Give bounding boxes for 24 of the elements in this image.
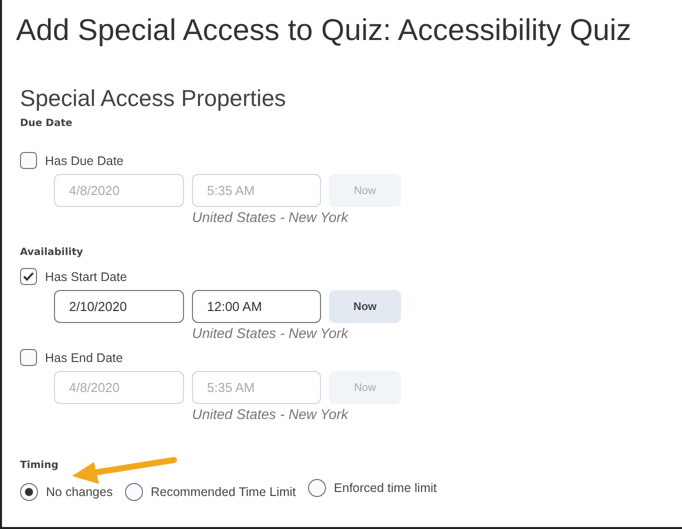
radio-button[interactable] xyxy=(124,483,143,501)
group-heading: Availability xyxy=(20,247,84,258)
radio-option[interactable]: Recommended Time Limit xyxy=(124,483,296,501)
checkbox-label: Has Due Date xyxy=(45,154,124,168)
checkbox-label: Has Start Date xyxy=(45,270,127,284)
section-title: Special Access Properties xyxy=(20,85,287,112)
radio-option[interactable]: Enforced time limit xyxy=(308,479,437,497)
radio-button[interactable] xyxy=(308,479,326,497)
checkmark-icon xyxy=(23,272,34,281)
checkbox[interactable] xyxy=(20,349,37,366)
group-heading: Due Date xyxy=(20,118,74,129)
timezone-label: United States - New York xyxy=(192,209,350,225)
timezone-label: United States - New York xyxy=(192,406,350,422)
checkbox-label: Has End Date xyxy=(45,350,123,364)
now-button[interactable]: Now xyxy=(329,290,401,323)
radio-option[interactable]: No changes xyxy=(20,483,113,501)
checkbox[interactable] xyxy=(20,268,37,285)
page-title: Add Special Access to Quiz: Accessibility Quiz xyxy=(16,14,632,48)
checkbox[interactable] xyxy=(20,152,37,169)
date-field[interactable]: 2/10/2020 xyxy=(54,290,184,323)
group-heading: Timing xyxy=(20,460,60,471)
radio-button[interactable] xyxy=(20,483,38,501)
time-field[interactable]: 12:00 AM xyxy=(192,290,321,323)
timezone-label: United States - New York xyxy=(192,325,350,341)
